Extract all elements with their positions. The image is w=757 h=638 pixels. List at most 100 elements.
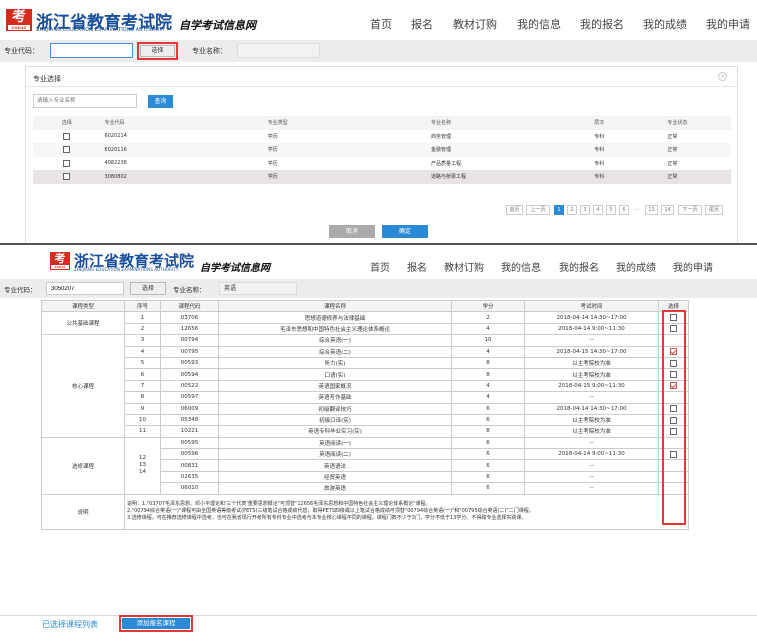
select-major-button[interactable]: 选择 xyxy=(140,45,175,57)
major-code-input[interactable] xyxy=(50,43,133,58)
nav-home[interactable]: 首页 xyxy=(370,259,390,274)
credit-cell: 8 xyxy=(451,368,525,381)
table-row: 10 05348 初级口译(实) 6 以主考院校为准 xyxy=(42,413,689,427)
major-code-input[interactable] xyxy=(46,282,124,295)
table-row: 5 00593 听力(实) 8 以主考院校为准 xyxy=(42,356,689,370)
page-next[interactable]: 下一页 xyxy=(678,205,702,215)
nav-my-registration[interactable]: 我的报名 xyxy=(580,16,624,32)
course-no-cell: 3 xyxy=(124,334,161,347)
top-header: 考 ZSKAY 浙江省教育考试院 ZHEJIANG EDUCATION EXAM… xyxy=(0,0,757,40)
course-table: 课程类型 序号 课程代码 课程名称 学分 考试时间 选择 公共基础课程 1 0370… xyxy=(41,299,689,530)
checkbox-column-highlight xyxy=(662,310,686,525)
exam-time-cell: -- xyxy=(524,482,659,495)
col-major-type: 专业类型 xyxy=(263,116,428,130)
nav-my-scores[interactable]: 我的成绩 xyxy=(616,259,656,274)
section-divider xyxy=(0,243,757,245)
nav-my-info[interactable]: 我的信息 xyxy=(501,259,541,274)
major-select-modal: 专业选择 × 查询 选择 专业代码 专业类型 专业名称 层次 专业状态 6020… xyxy=(25,66,738,244)
col-status: 专业状态 xyxy=(663,116,731,130)
nav-my-info[interactable]: 我的信息 xyxy=(517,16,561,32)
credit-cell: 6 xyxy=(451,436,525,450)
confirm-button[interactable]: 确定 xyxy=(382,225,428,238)
select-major-button[interactable]: 选择 xyxy=(130,282,166,295)
major-name-search-input[interactable] xyxy=(33,94,137,108)
exam-time-cell: -- xyxy=(524,436,659,450)
credit-cell: 6 xyxy=(451,413,525,427)
major-name-field: 英语 xyxy=(219,282,297,295)
course-name-cell: 英语阅读(二) xyxy=(218,448,452,461)
course-code-cell: 10221 xyxy=(160,425,219,438)
major-name-label: 专业名称： xyxy=(192,47,227,55)
page-first[interactable]: 首页 xyxy=(506,205,523,215)
add-course-button[interactable]: 添加报名课程 xyxy=(122,618,190,629)
close-icon[interactable]: × xyxy=(718,72,727,81)
page-ellipsis: ... xyxy=(632,205,642,215)
page-2[interactable]: 2 xyxy=(567,205,577,215)
table-row[interactable]: 4082238 学历 产品质量工程 专科 正常 xyxy=(33,157,731,171)
course-name-cell: 初级口译(实) xyxy=(218,413,452,427)
page-6[interactable]: 6 xyxy=(619,205,629,215)
table-row[interactable]: 3080802 学历 道路与桥梁工程 专科 正常 xyxy=(33,170,731,184)
col-select: 选择 xyxy=(33,116,101,130)
course-no-cell: 5 xyxy=(124,356,161,370)
modal-title: 专业选择 xyxy=(33,75,61,83)
course-no-cell: 4 xyxy=(124,345,161,358)
nav-register[interactable]: 报名 xyxy=(407,259,427,274)
credit-cell: 4 xyxy=(451,391,525,404)
course-no-cell: 8 xyxy=(124,391,161,404)
col-level: 层次 xyxy=(590,116,664,130)
col-major-code: 专业代码 xyxy=(100,116,264,130)
table-row[interactable]: 6020214 学历 商务管理 专科 正常 xyxy=(33,130,731,144)
course-code-cell: 00794 xyxy=(160,334,219,347)
row-checkbox[interactable] xyxy=(63,146,71,154)
nav-home[interactable]: 首页 xyxy=(370,16,392,32)
nav-textbooks[interactable]: 教材订购 xyxy=(453,16,497,32)
page-5[interactable]: 5 xyxy=(606,205,616,215)
row-checkbox[interactable] xyxy=(63,132,71,140)
page-1[interactable]: 1 xyxy=(554,205,564,215)
exam-time-cell: -- xyxy=(524,459,659,472)
note-line: 3.选修课程，可在推荐选修课程中选考，也可在我省现行开考所有专科专业中选考与本专… xyxy=(127,515,527,522)
row-checkbox[interactable] xyxy=(63,173,71,181)
major-code-label: 专业代码： xyxy=(4,47,39,55)
note-label: 说明 xyxy=(41,493,125,530)
col-no: 序号 xyxy=(124,299,161,313)
credit-cell: 8 xyxy=(451,425,525,438)
course-name-cell: 旅游英语 xyxy=(218,482,452,495)
nav-my-scores[interactable]: 我的成绩 xyxy=(643,16,687,32)
nav-textbooks[interactable]: 教材订购 xyxy=(444,259,484,274)
nav-my-applications[interactable]: 我的申请 xyxy=(706,16,750,32)
page-last[interactable]: 尾页 xyxy=(705,205,723,215)
query-button[interactable]: 查询 xyxy=(148,95,173,108)
nav-register[interactable]: 报名 xyxy=(411,16,433,32)
credit-cell: 6 xyxy=(451,448,525,461)
course-name-cell: 口语(实) xyxy=(218,368,452,381)
exam-time-cell: 2018-04-14 9:00~11:30 xyxy=(524,322,659,336)
page-prev[interactable]: 上一页 xyxy=(526,205,550,215)
credit-cell: 8 xyxy=(451,356,525,370)
exam-time-cell: 以主考院校为准 xyxy=(524,368,659,381)
course-code-cell: 03706 xyxy=(160,311,219,324)
page-14[interactable]: 14 xyxy=(661,205,674,215)
nav-my-registration[interactable]: 我的报名 xyxy=(559,259,599,274)
selected-course-list-link[interactable]: 已选择课程列表 xyxy=(42,619,98,630)
credit-cell: 6 xyxy=(451,482,525,495)
page-13[interactable]: 13 xyxy=(645,205,658,215)
credit-cell: 2 xyxy=(451,311,525,324)
course-name-cell: 毛泽东思想和中国特色社会主义理论体系概论 xyxy=(218,322,452,336)
row-checkbox[interactable] xyxy=(63,159,71,167)
nav-my-applications[interactable]: 我的申请 xyxy=(673,259,713,274)
course-name-cell: 英语阅读(一) xyxy=(218,436,452,450)
page-4[interactable]: 4 xyxy=(593,205,603,215)
course-code-cell: 00522 xyxy=(160,379,219,393)
credit-cell: 4 xyxy=(451,379,525,393)
cancel-button[interactable]: 取消 xyxy=(329,225,375,238)
page-3[interactable]: 3 xyxy=(580,205,590,215)
course-code-cell: 02635 xyxy=(160,470,219,484)
course-name-cell: 思想道德修养与法律基础 xyxy=(218,311,452,324)
course-name-cell: 听力(实) xyxy=(218,356,452,370)
table-row: 2 12656 毛泽东思想和中国特色社会主义理论体系概论 4 2018-04-14 9:… xyxy=(42,322,689,336)
course-code-cell: 05348 xyxy=(160,413,219,427)
major-name-field xyxy=(237,43,320,58)
table-row[interactable]: 6020116 学历 金融管理 专科 正常 xyxy=(33,143,731,157)
